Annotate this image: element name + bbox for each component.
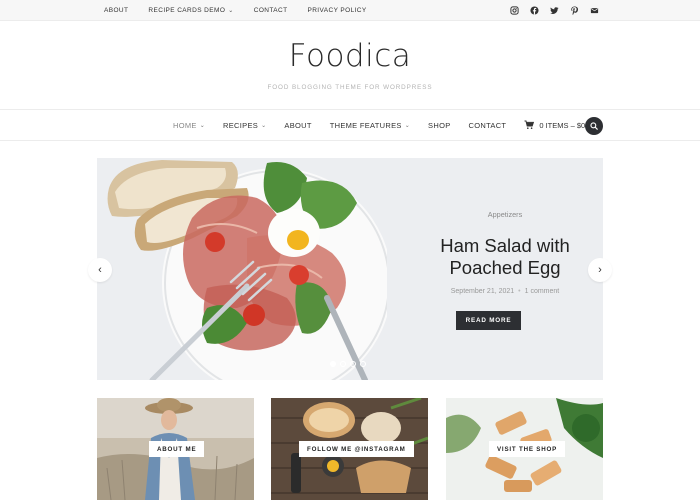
chevron-down-icon: ⌄ [404, 122, 411, 129]
slider-next-button[interactable]: › [588, 258, 612, 282]
chevron-down-icon: ⌄ [228, 8, 234, 14]
main-nav-about[interactable]: ABOUT [284, 121, 311, 130]
card-follow-instagram[interactable]: FOLLOW ME @INSTAGRAM [271, 398, 428, 500]
slide-category[interactable]: Appetizers [407, 210, 603, 219]
chevron-left-icon: ‹ [98, 264, 102, 276]
slider-dot[interactable] [360, 361, 366, 367]
site-tagline: FOOD BLOGGING THEME FOR WORDPRESS [267, 84, 433, 91]
pinterest-icon[interactable] [570, 6, 579, 15]
social-links [510, 0, 599, 21]
slider-prev-button[interactable]: ‹ [88, 258, 112, 282]
main-nav-home[interactable]: HOME ⌄ [173, 121, 205, 130]
instagram-icon[interactable] [510, 6, 519, 15]
site-title[interactable]: Foodica [0, 38, 700, 74]
top-nav-about[interactable]: ABOUT [104, 7, 128, 14]
slide-content: Appetizers Ham Salad with Poached Egg Se… [407, 158, 603, 380]
card-label-about-me[interactable]: ABOUT ME [149, 441, 205, 457]
top-nav: ABOUT RECIPE CARDS DEMO ⌄ CONTACT PRIVACY… [104, 0, 387, 21]
slide-image-ham-salad[interactable] [97, 158, 387, 380]
slide-meta: September 21, 2021 • 1 comment [407, 288, 603, 295]
meta-separator: • [518, 288, 521, 295]
search-icon [590, 122, 598, 130]
main-nav: HOME ⌄ RECIPES ⌄ ABOUT THEME FEATURES ⌄ SHO… [0, 109, 700, 141]
twitter-icon[interactable] [550, 6, 559, 15]
search-button[interactable] [585, 117, 603, 135]
chevron-down-icon: ⌄ [261, 122, 267, 129]
slider-dot[interactable] [350, 361, 356, 367]
card-visit-shop[interactable]: VISIT THE SHOP [446, 398, 603, 500]
top-nav-contact[interactable]: CONTACT [254, 7, 288, 14]
main-nav-theme-features[interactable]: THEME FEATURES ⌄ [330, 121, 410, 130]
top-nav-privacy-policy[interactable]: PRIVACY POLICY [307, 7, 366, 14]
slide-date: September 21, 2021 [450, 288, 515, 295]
card-label-visit-shop[interactable]: VISIT THE SHOP [489, 441, 566, 457]
main-nav-contact[interactable]: CONTACT [469, 121, 507, 130]
slider-dot[interactable] [330, 361, 336, 367]
featured-slider[interactable]: Appetizers Ham Salad with Poached Egg Se… [97, 158, 603, 380]
read-more-button[interactable]: READ MORE [456, 311, 521, 330]
slide-title[interactable]: Ham Salad with Poached Egg [407, 235, 603, 279]
email-icon[interactable] [590, 6, 599, 15]
card-label-follow-instagram[interactable]: FOLLOW ME @INSTAGRAM [299, 441, 414, 457]
main-nav-recipes[interactable]: RECIPES ⌄ [223, 121, 266, 130]
slider-dot[interactable] [340, 361, 346, 367]
slide-comments[interactable]: 1 comment [525, 288, 560, 295]
card-about-me[interactable]: ABOUT ME [97, 398, 254, 500]
chevron-right-icon: › [598, 264, 602, 276]
slider-pagination [330, 361, 366, 367]
main-menu: HOME ⌄ RECIPES ⌄ ABOUT THEME FEATURES ⌄ SHO… [173, 110, 596, 140]
cart-icon [524, 120, 535, 129]
chevron-down-icon: ⌄ [199, 122, 206, 129]
top-bar: ABOUT RECIPE CARDS DEMO ⌄ CONTACT PRIVACY… [0, 0, 700, 21]
facebook-icon[interactable] [530, 6, 539, 15]
main-nav-shop[interactable]: SHOP [428, 121, 450, 130]
top-nav-recipe-cards-demo[interactable]: RECIPE CARDS DEMO ⌄ [148, 7, 233, 14]
